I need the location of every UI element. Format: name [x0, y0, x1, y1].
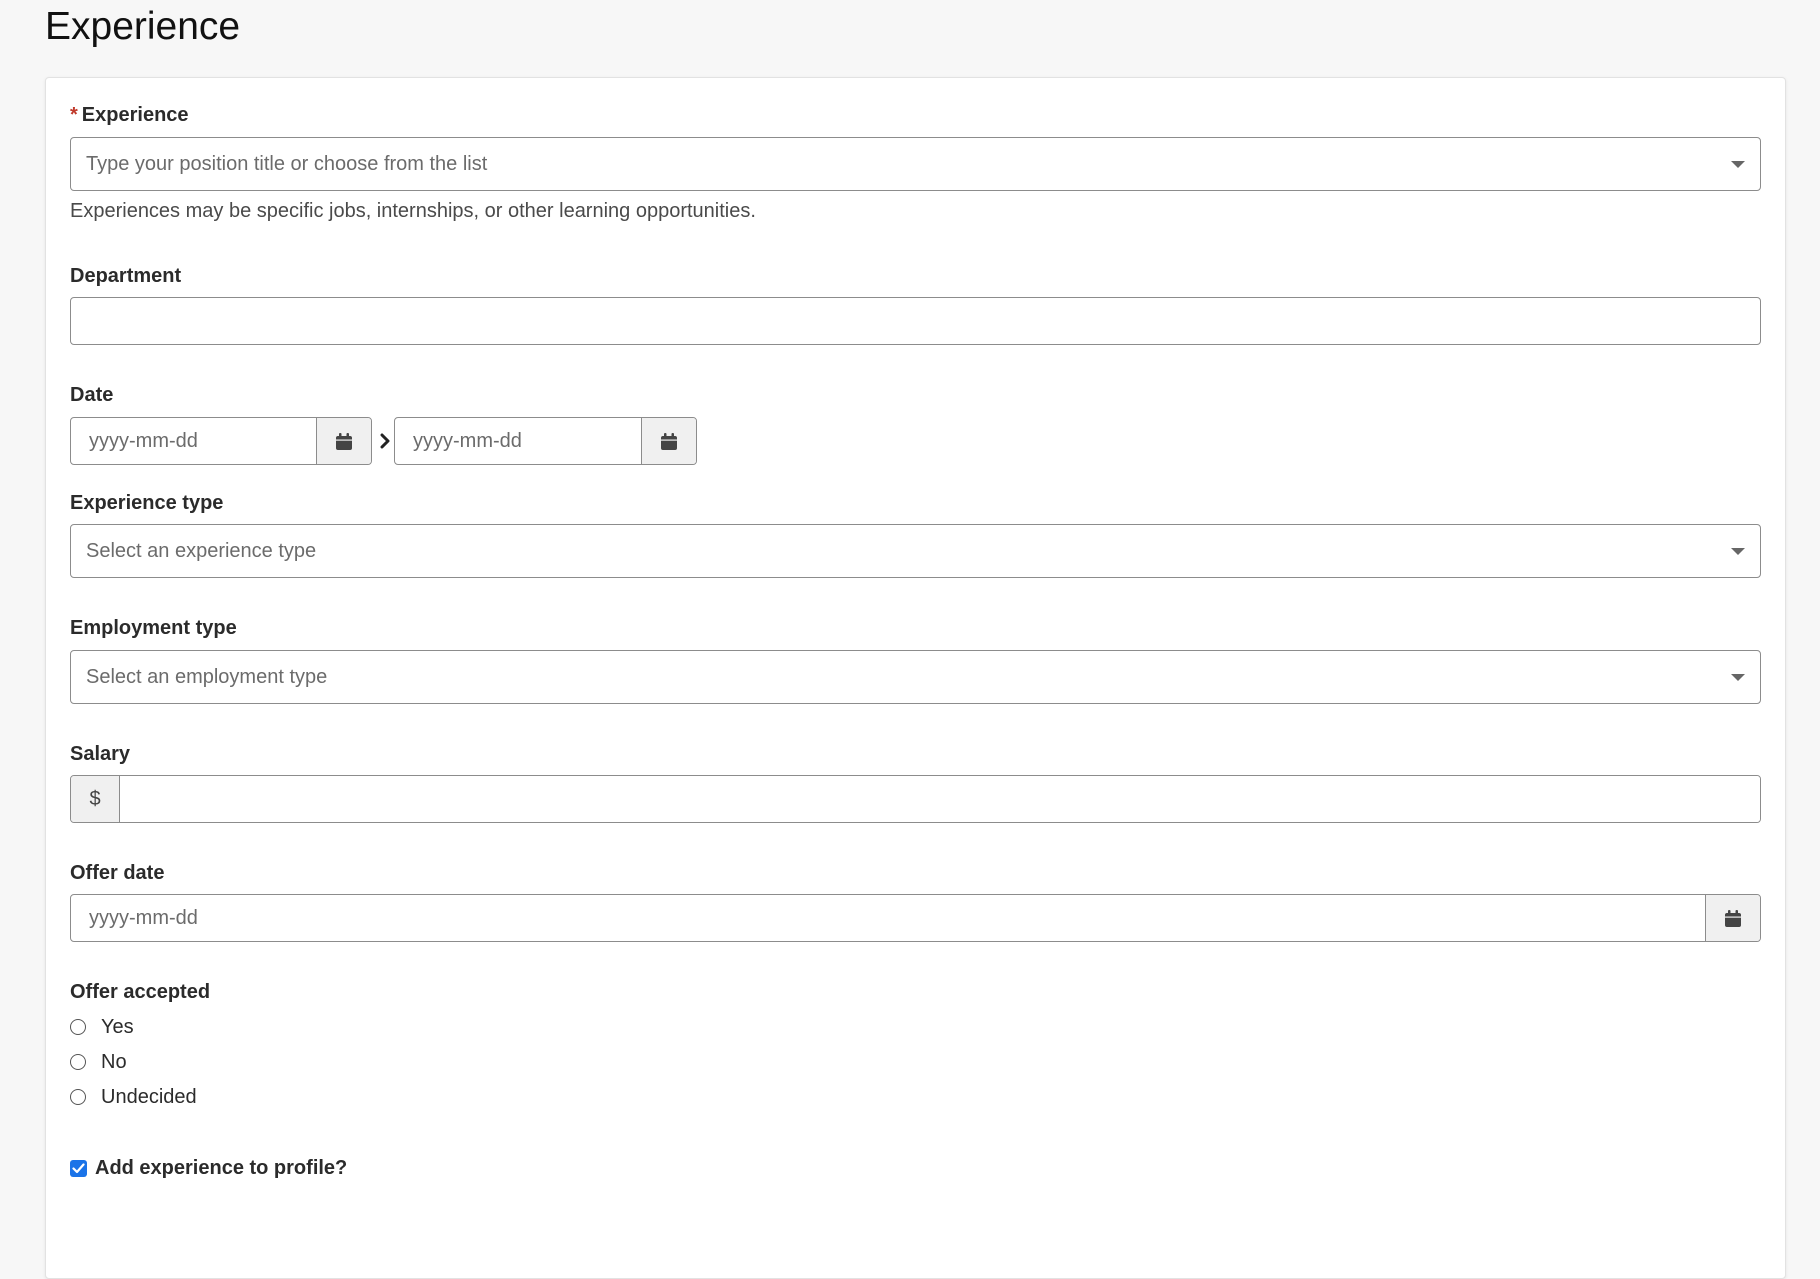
radio-button-no[interactable]	[70, 1054, 86, 1070]
calendar-icon	[661, 432, 677, 450]
calendar-icon	[1725, 909, 1741, 927]
offer-accepted-no-option[interactable]: No	[70, 1049, 127, 1075]
salary-field: $	[70, 775, 1761, 823]
offer-date-label: Offer date	[70, 862, 165, 884]
add-to-profile-checkbox[interactable]	[70, 1159, 87, 1177]
caret-down-icon[interactable]	[1731, 548, 1745, 555]
caret-down-icon[interactable]	[1731, 161, 1745, 168]
radio-label-yes: Yes	[101, 1015, 134, 1038]
employment-type-placeholder: Select an employment type	[86, 666, 328, 688]
end-date-group	[394, 417, 697, 465]
salary-label: Salary	[70, 743, 131, 765]
salary-input[interactable]	[120, 776, 1760, 822]
start-date-group	[70, 417, 372, 465]
page-title: Experience	[45, 5, 241, 48]
start-date-calendar-button[interactable]	[316, 418, 371, 464]
end-date-input[interactable]	[395, 418, 641, 464]
department-input[interactable]	[71, 298, 1760, 344]
radio-label-undecided: Undecided	[101, 1085, 197, 1108]
add-to-profile-label: Add experience to profile?	[95, 1156, 348, 1179]
currency-prefix: $	[71, 776, 120, 822]
experience-placeholder: Type your position title or choose from …	[86, 153, 488, 175]
radio-label-no: No	[101, 1050, 127, 1073]
check-icon	[72, 1162, 85, 1173]
calendar-icon	[336, 432, 352, 450]
experience-combobox[interactable]: Type your position title or choose from …	[70, 137, 1761, 191]
caret-down-icon[interactable]	[1731, 674, 1745, 681]
experience-form-card: * Experience Type your position title or …	[45, 77, 1786, 1279]
date-range-arrow	[375, 417, 395, 465]
experience-help-text: Experiences may be specific jobs, intern…	[70, 200, 756, 222]
employment-type-label: Employment type	[70, 617, 237, 639]
experience-type-placeholder: Select an experience type	[86, 540, 317, 562]
experience-type-label: Experience type	[70, 492, 224, 514]
offer-accepted-undecided-option[interactable]: Undecided	[70, 1084, 197, 1110]
department-field[interactable]	[70, 297, 1761, 345]
offer-accepted-label: Offer accepted	[70, 981, 211, 1003]
department-label: Department	[70, 265, 182, 287]
experience-label: * Experience	[70, 103, 189, 127]
offer-date-input[interactable]	[71, 895, 1705, 941]
add-to-profile-option[interactable]: Add experience to profile?	[70, 1155, 347, 1181]
offer-date-group	[70, 894, 1761, 942]
employment-type-select[interactable]: Select an employment type	[70, 650, 1761, 704]
date-label: Date	[70, 384, 114, 406]
radio-button-undecided[interactable]	[70, 1089, 86, 1105]
offer-accepted-yes-option[interactable]: Yes	[70, 1014, 134, 1040]
end-date-calendar-button[interactable]	[641, 418, 696, 464]
experience-label-text: Experience	[81, 104, 189, 126]
chevron-right-icon	[380, 433, 390, 449]
required-mark: *	[70, 104, 78, 126]
offer-date-calendar-button[interactable]	[1705, 895, 1760, 941]
experience-type-select[interactable]: Select an experience type	[70, 524, 1761, 578]
start-date-input[interactable]	[71, 418, 316, 464]
radio-button-yes[interactable]	[70, 1019, 86, 1035]
